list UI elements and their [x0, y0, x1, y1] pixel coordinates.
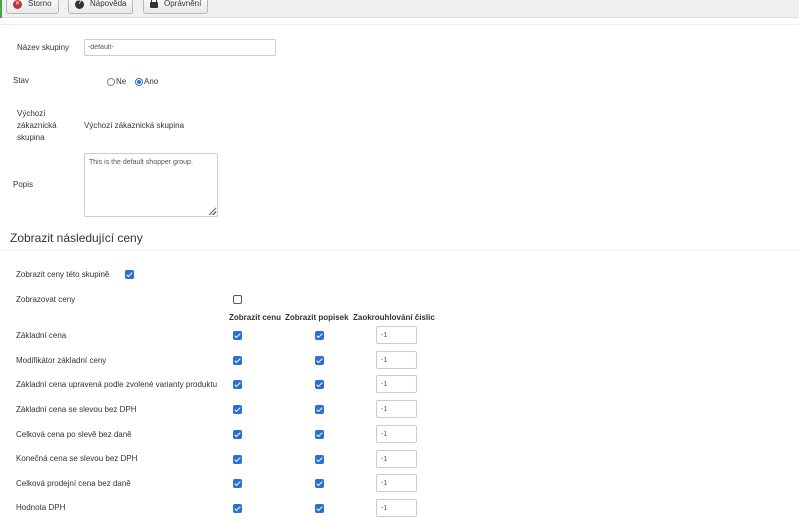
show-group-prices-label: Zobrazit ceny této skupině — [16, 270, 110, 279]
price-row-label: Základní cena upravená podle zvolené var… — [16, 380, 218, 389]
show-price-checkbox[interactable] — [233, 479, 242, 488]
show-price-checkbox[interactable] — [233, 430, 242, 439]
show-label-checkbox[interactable] — [315, 405, 324, 414]
help-button-label: Nápověda — [90, 0, 127, 8]
show-prices-label: Zobrazovat ceny — [16, 295, 76, 304]
help-button[interactable]: Nápověda — [68, 0, 134, 14]
rounding-input[interactable] — [376, 375, 417, 393]
show-group-prices-checkbox[interactable] — [125, 270, 134, 279]
lock-icon — [150, 0, 158, 8]
price-row-label: Základní cena se slevou bez DPH — [16, 405, 137, 414]
group-name-input[interactable] — [84, 39, 276, 56]
column-header-rounding: Zaokrouhlování čislic — [353, 313, 435, 322]
permissions-button-label: Oprávnění — [164, 0, 202, 8]
help-icon — [75, 0, 84, 9]
price-row-label: Modifikátor základní ceny — [16, 356, 107, 365]
show-price-checkbox[interactable] — [233, 504, 242, 513]
cancel-button[interactable]: Storno — [6, 0, 59, 14]
radio-no-label: Ne — [116, 77, 127, 86]
price-row-label: Konečná cena se slevou bez DPH — [16, 454, 138, 463]
show-label-checkbox[interactable] — [315, 430, 324, 439]
status-label: Stav — [13, 76, 30, 85]
rounding-input[interactable] — [376, 499, 417, 517]
default-group-label-line3: skupina — [17, 133, 45, 142]
section-divider — [0, 250, 799, 251]
column-header-show-price: Zobrazit cenu — [229, 313, 282, 322]
show-price-checkbox[interactable] — [233, 405, 242, 414]
show-label-checkbox[interactable] — [315, 504, 324, 513]
show-label-checkbox[interactable] — [315, 331, 324, 340]
rounding-input[interactable] — [376, 474, 417, 492]
show-label-checkbox[interactable] — [315, 356, 324, 365]
show-price-checkbox[interactable] — [233, 380, 242, 389]
toolbar: Storno Nápověda Oprávnění — [0, 0, 799, 18]
permissions-button[interactable]: Oprávnění — [143, 0, 209, 14]
show-price-checkbox[interactable] — [233, 331, 242, 340]
show-label-checkbox[interactable] — [315, 455, 324, 464]
resize-grip-icon[interactable] — [210, 209, 216, 215]
show-prices-checkbox[interactable] — [233, 295, 242, 304]
rounding-input[interactable] — [376, 351, 417, 369]
price-row-label: Základní cena — [16, 331, 67, 340]
radio-yes-label: Ano — [144, 77, 159, 86]
radio-no-circle[interactable] — [107, 77, 115, 86]
description-text: This is the default shopper group. — [89, 159, 193, 166]
show-label-checkbox[interactable] — [315, 479, 324, 488]
rounding-input[interactable] — [376, 425, 417, 443]
rounding-input[interactable] — [376, 400, 417, 418]
status-radio-yes[interactable]: Ano — [135, 77, 158, 86]
status-radio-no[interactable]: Ne — [107, 77, 126, 86]
description-textarea[interactable]: This is the default shopper group. — [84, 153, 218, 217]
price-row-label: Hodnota DPH — [16, 503, 66, 512]
divider — [0, 24, 799, 25]
show-price-checkbox[interactable] — [233, 356, 242, 365]
group-name-label: Název skupiny — [17, 43, 70, 52]
rounding-input[interactable] — [376, 326, 417, 344]
prices-section-title: Zobrazit následující ceny — [10, 231, 143, 245]
default-group-label-line2: zákaznická — [17, 121, 57, 130]
radio-yes-circle[interactable] — [135, 77, 143, 86]
column-header-show-label: Zobrazit popisek — [285, 313, 349, 322]
description-label: Popis — [13, 180, 34, 189]
show-label-checkbox[interactable] — [315, 380, 324, 389]
toolbar-accent-edge — [0, 0, 2, 18]
default-group-label-line1: Výchozí — [17, 109, 46, 118]
price-row-label: Celková cena po slevě bez daně — [16, 430, 132, 439]
show-price-checkbox[interactable] — [233, 455, 242, 464]
price-row-label: Celková prodejní cena bez daně — [16, 479, 131, 488]
default-group-value: Výchozí zákaznická skupina — [84, 121, 185, 130]
cancel-icon — [13, 0, 22, 9]
rounding-input[interactable] — [376, 450, 417, 468]
cancel-button-label: Storno — [28, 0, 52, 8]
